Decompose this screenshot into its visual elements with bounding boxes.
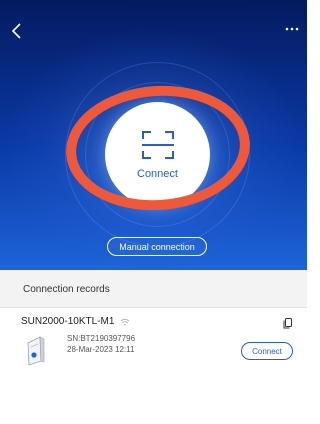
copy-icon[interactable] [283, 316, 292, 334]
connect-button[interactable]: Connect [105, 102, 210, 207]
record-device-name-row: SUN2000-10KTL-M1 [21, 316, 130, 327]
more-dots-icon [285, 27, 299, 31]
inverter-device-icon [24, 335, 46, 372]
record-date: 28-Mar-2023 12:11 [67, 345, 135, 354]
wifi-icon [120, 318, 130, 326]
connection-records-title: Connection records [23, 284, 110, 295]
back-button[interactable] [6, 20, 28, 42]
more-button[interactable] [283, 22, 301, 36]
connect-label: Connect [137, 167, 178, 180]
record-connect-button[interactable]: Connect [241, 342, 293, 360]
record-device-name: SUN2000-10KTL-M1 [21, 316, 115, 327]
record-serial-number: SN:BT2190397796 [67, 334, 136, 343]
manual-connection-button[interactable]: Manual connection [107, 237, 207, 256]
connect-hero-panel: Connect Manual connection [0, 0, 307, 270]
connection-records-header: Connection records [0, 270, 307, 308]
scan-frame-icon [141, 130, 174, 159]
chevron-left-icon [11, 23, 21, 39]
